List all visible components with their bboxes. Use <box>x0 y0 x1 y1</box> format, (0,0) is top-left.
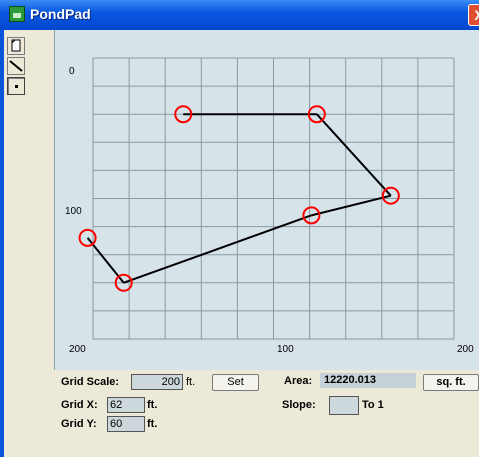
controls-panel: Grid Scale: 200 ft. Set Grid X: 62 ft. G… <box>0 372 479 457</box>
grid-y-label: Grid Y: <box>61 418 97 430</box>
drawing-canvas[interactable]: 0 100 200 100 200 <box>54 30 479 370</box>
area-label: Area: <box>284 375 313 387</box>
y-tick-label: 0 <box>69 66 75 77</box>
grid-scale-unit: ft. <box>186 376 196 388</box>
slope-label: Slope: <box>282 399 316 411</box>
set-button[interactable]: Set <box>212 374 259 391</box>
grid-x-unit: ft. <box>147 399 158 411</box>
grid-scale-label: Grid Scale: <box>61 376 120 388</box>
polygon-edge <box>123 214 312 284</box>
close-button[interactable]: X <box>468 4 479 26</box>
area-value: 12220.013 <box>320 373 416 388</box>
x-tick-label: 100 <box>277 344 294 355</box>
drawing-toolbar <box>7 37 25 97</box>
slope-suffix: To 1 <box>362 399 384 411</box>
window-title: PondPad <box>30 6 91 22</box>
grid-x-label: Grid X: <box>61 399 98 411</box>
area-unit-button[interactable]: sq. ft. <box>423 374 479 391</box>
rectangle-tool-button[interactable] <box>7 37 25 55</box>
grid-y-unit: ft. <box>147 418 158 430</box>
rectangle-icon <box>11 39 21 52</box>
point-icon <box>15 85 18 88</box>
polygon-edge <box>316 113 392 197</box>
grid-scale-input[interactable]: 200 <box>131 374 183 390</box>
line-tool-button[interactable] <box>7 57 25 75</box>
pondpad-window: PondPad X 0 100 200 100 200 Grid Scale: … <box>0 0 479 457</box>
y-tick-label: 100 <box>65 206 82 217</box>
slope-input[interactable] <box>329 396 359 415</box>
point-tool-button[interactable] <box>7 77 25 95</box>
title-bar[interactable]: PondPad X <box>0 0 479 30</box>
app-icon <box>9 6 25 22</box>
grid-x-input[interactable]: 62 <box>107 397 145 413</box>
line-icon <box>9 60 23 72</box>
grid-plot[interactable] <box>55 30 479 370</box>
grid-y-input[interactable]: 60 <box>107 416 145 432</box>
y-tick-label: 200 <box>69 344 86 355</box>
x-tick-label: 200 <box>457 344 474 355</box>
